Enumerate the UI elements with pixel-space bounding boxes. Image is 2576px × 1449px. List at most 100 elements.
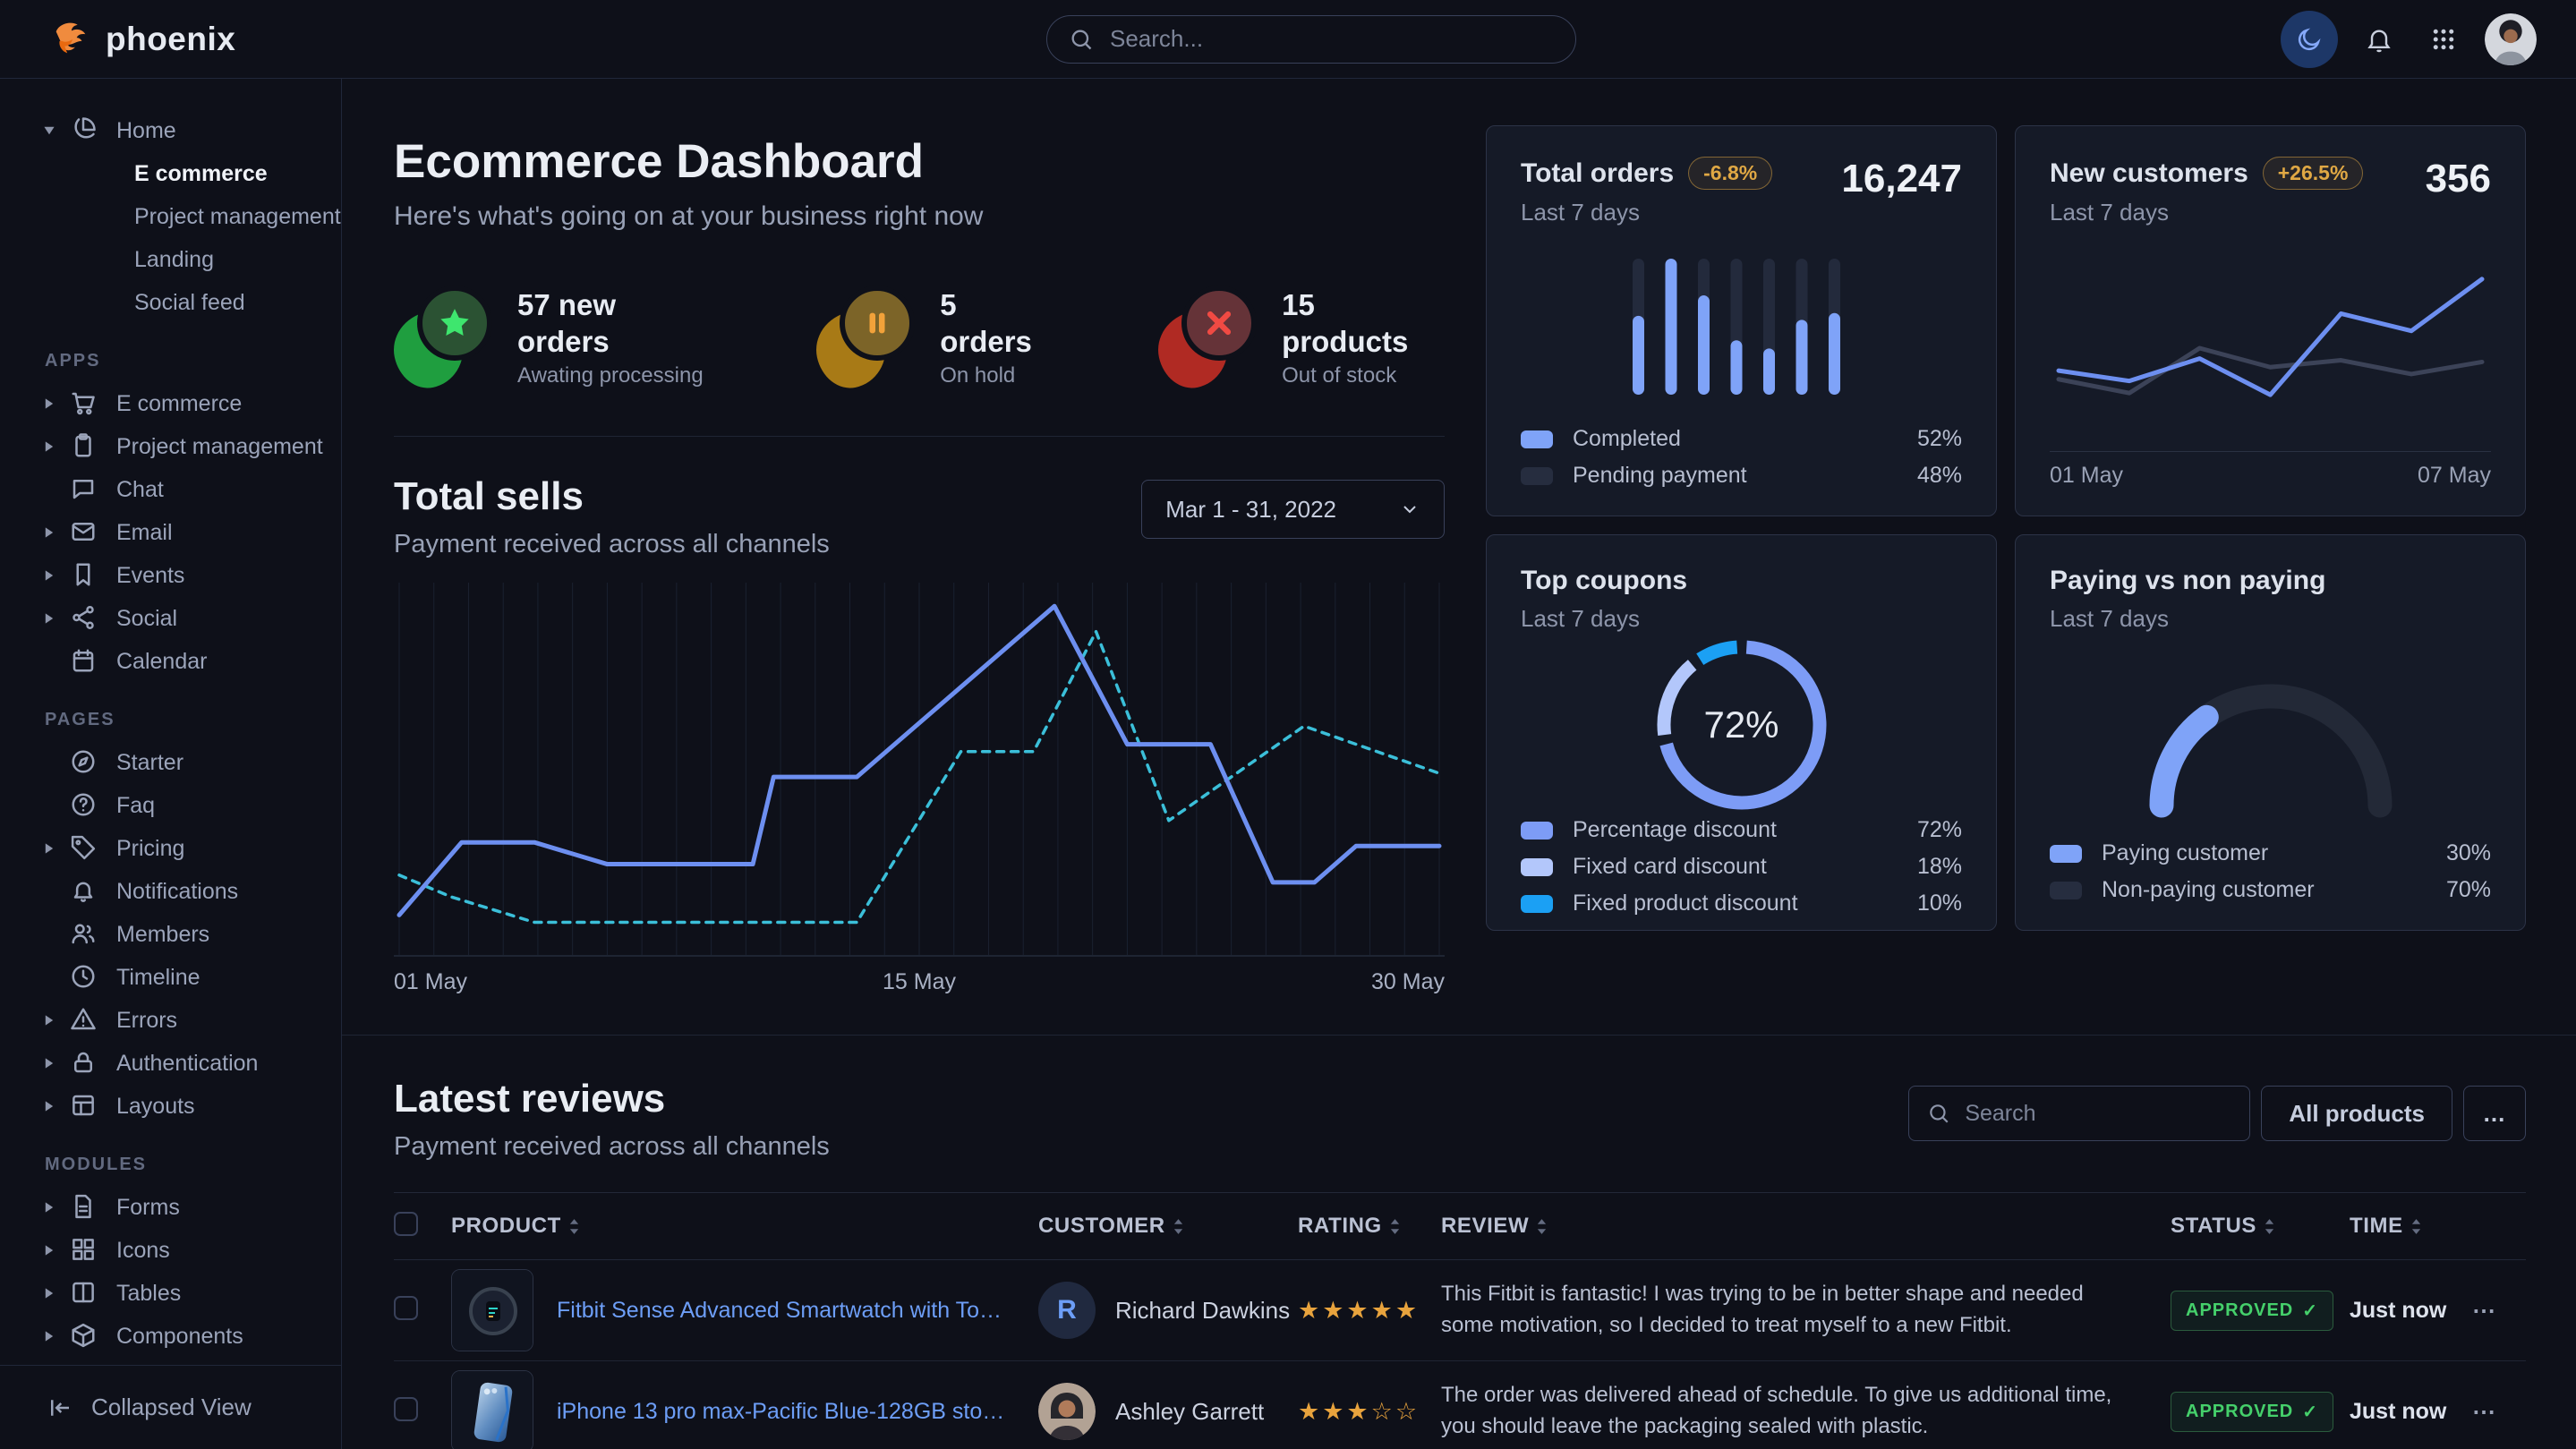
apps-grid-icon bbox=[2430, 26, 2457, 53]
sidebar-subitem-e-commerce[interactable]: E commerce bbox=[0, 152, 341, 195]
reviews-more-button[interactable]: ... bbox=[2463, 1086, 2526, 1141]
legend-item-percentage-discount: Percentage discount72% bbox=[1521, 817, 1962, 843]
sidebar-item-project-management[interactable]: Project management bbox=[0, 425, 341, 468]
row-actions-button[interactable]: ⋯ bbox=[2472, 1297, 2497, 1324]
legend-label: Fixed card discount bbox=[1573, 854, 1767, 880]
stat-value: 5 orders bbox=[940, 286, 1053, 361]
customer-name: Richard Dawkins bbox=[1115, 1297, 1290, 1325]
collapsed-view-label: Collapsed View bbox=[91, 1394, 252, 1421]
top-coupons-card: Top coupons Last 7 days 72% Percentage d… bbox=[1486, 534, 1997, 931]
sidebar-item-errors[interactable]: Errors bbox=[0, 999, 341, 1042]
sidebar-item-events[interactable]: Events bbox=[0, 554, 341, 597]
user-avatar[interactable] bbox=[2485, 13, 2537, 65]
check-icon: ✓ bbox=[2302, 1401, 2318, 1423]
all-products-button[interactable]: All products bbox=[2261, 1086, 2452, 1141]
dark-mode-toggle[interactable] bbox=[2281, 11, 2338, 68]
sidebar-item-starter[interactable]: Starter bbox=[0, 741, 341, 784]
review-row-1: Fitbit Sense Advanced Smartwatch with To… bbox=[394, 1260, 2526, 1361]
product-link[interactable]: Fitbit Sense Advanced Smartwatch with To… bbox=[557, 1298, 1011, 1324]
sidebar-item-social[interactable]: Social bbox=[0, 597, 341, 640]
sidebar-item-label: Authentication bbox=[116, 1051, 258, 1077]
global-search-input[interactable] bbox=[1108, 24, 1554, 54]
top-coupons-legend: Percentage discount72% Fixed card discoun… bbox=[1521, 817, 1962, 916]
row-checkbox[interactable] bbox=[394, 1397, 418, 1421]
sidebar-item-icons[interactable]: Icons bbox=[0, 1229, 341, 1272]
sidebar-subitem-landing[interactable]: Landing bbox=[0, 238, 341, 281]
legend-label: Completed bbox=[1573, 426, 1681, 452]
sidebar-item-forms[interactable]: Forms bbox=[0, 1186, 341, 1229]
sidebar-item-layouts[interactable]: Layouts bbox=[0, 1085, 341, 1128]
apps-menu-button[interactable] bbox=[2420, 16, 2467, 63]
legend-value: 10% bbox=[1917, 891, 1962, 916]
bell-icon bbox=[2365, 25, 2393, 54]
column-header-customer[interactable]: CUSTOMER bbox=[1038, 1214, 1298, 1239]
x-axis-label: 30 May bbox=[1371, 969, 1445, 995]
column-header-product[interactable]: PRODUCT bbox=[451, 1214, 1038, 1239]
e-commerce-icon bbox=[70, 389, 98, 418]
total-orders-badge: -6.8% bbox=[1688, 157, 1772, 190]
sidebar-item-notifications[interactable]: Notifications bbox=[0, 870, 341, 913]
review-text: This Fitbit is fantastic! I was trying t… bbox=[1441, 1279, 2171, 1342]
topbar-actions bbox=[2281, 11, 2537, 68]
stat-sublabel: Out of stock bbox=[1282, 363, 1445, 388]
legend-item-paying-customer: Paying customer30% bbox=[2050, 840, 2491, 866]
reviews-subtitle: Payment received across all channels bbox=[394, 1132, 830, 1162]
divider bbox=[394, 436, 1445, 437]
global-search[interactable] bbox=[1046, 15, 1576, 64]
column-header-review[interactable]: REVIEW bbox=[1441, 1214, 2171, 1239]
notifications-icon bbox=[70, 877, 98, 906]
sidebar-item-authentication[interactable]: Authentication bbox=[0, 1042, 341, 1085]
sidebar-item-timeline[interactable]: Timeline bbox=[0, 956, 341, 999]
total-orders-chart bbox=[1521, 226, 1962, 426]
faq-icon bbox=[70, 791, 98, 820]
sidebar-item-faq[interactable]: Faq bbox=[0, 784, 341, 827]
legend-item-completed: Completed52% bbox=[1521, 426, 1962, 452]
date-range-value: Mar 1 - 31, 2022 bbox=[1165, 496, 1336, 524]
row-actions-button[interactable]: ⋯ bbox=[2472, 1398, 2497, 1425]
product-link[interactable]: iPhone 13 pro max-Pacific Blue-128GB sto… bbox=[557, 1399, 1011, 1425]
column-header-rating[interactable]: RATING bbox=[1298, 1214, 1441, 1239]
sidebar-item-members[interactable]: Members bbox=[0, 913, 341, 956]
star-stat-icon bbox=[394, 286, 494, 389]
sidebar-subitem-social-feed[interactable]: Social feed bbox=[0, 281, 341, 324]
total-orders-title: Total orders bbox=[1521, 158, 1674, 189]
sidebar-item-e-commerce[interactable]: E commerce bbox=[0, 382, 341, 425]
new-customers-title: New customers bbox=[2050, 158, 2248, 189]
legend-swatch bbox=[1521, 822, 1553, 840]
stat-5-orders: 5 orders On hold bbox=[816, 286, 1053, 389]
sidebar-item-chat[interactable]: Chat bbox=[0, 468, 341, 511]
paying-gauge-chart bbox=[2050, 633, 2491, 840]
page-title: Ecommerce Dashboard bbox=[394, 134, 1445, 189]
column-header-time[interactable]: TIME bbox=[2350, 1214, 2472, 1239]
review-text: The order was delivered ahead of schedul… bbox=[1441, 1380, 2171, 1443]
total-sells-x-axis: 01 May15 May30 May bbox=[394, 969, 1445, 995]
sidebar-item-home[interactable]: Home bbox=[0, 109, 341, 152]
legend-swatch bbox=[2050, 882, 2082, 899]
brand-name: phoenix bbox=[106, 21, 235, 58]
status-badge: APPROVED ✓ bbox=[2171, 1291, 2333, 1331]
reviews-search-input[interactable] bbox=[1963, 1100, 2231, 1128]
legend-value: 72% bbox=[1917, 817, 1962, 843]
sidebar-nav: HomeE commerceProject managementLandingS… bbox=[0, 79, 341, 1365]
brand[interactable]: phoenix bbox=[50, 19, 342, 60]
rating-stars: ★★★☆☆ bbox=[1298, 1398, 1441, 1426]
column-header-status[interactable]: STATUS bbox=[2171, 1214, 2350, 1239]
sidebar-item-calendar[interactable]: Calendar bbox=[0, 640, 341, 683]
reviews-title: Latest reviews bbox=[394, 1077, 830, 1121]
row-checkbox[interactable] bbox=[394, 1296, 418, 1320]
legend-label: Pending payment bbox=[1573, 463, 1747, 489]
sort-icon bbox=[1389, 1217, 1401, 1236]
members-icon bbox=[70, 920, 98, 949]
sidebar-item-label: Pricing bbox=[116, 836, 184, 862]
collapsed-view-toggle[interactable]: Collapsed View bbox=[0, 1365, 341, 1449]
status-badge: APPROVED ✓ bbox=[2171, 1392, 2333, 1432]
sidebar-item-components[interactable]: Components bbox=[0, 1315, 341, 1358]
sidebar-item-tables[interactable]: Tables bbox=[0, 1272, 341, 1315]
reviews-search[interactable] bbox=[1908, 1086, 2250, 1141]
date-range-select[interactable]: Mar 1 - 31, 2022 bbox=[1141, 480, 1445, 539]
sidebar-item-email[interactable]: Email bbox=[0, 511, 341, 554]
sidebar-subitem-project-management[interactable]: Project management bbox=[0, 195, 341, 238]
notifications-button[interactable] bbox=[2356, 16, 2402, 63]
sidebar-item-pricing[interactable]: Pricing bbox=[0, 827, 341, 870]
select-all-checkbox[interactable] bbox=[394, 1212, 418, 1236]
